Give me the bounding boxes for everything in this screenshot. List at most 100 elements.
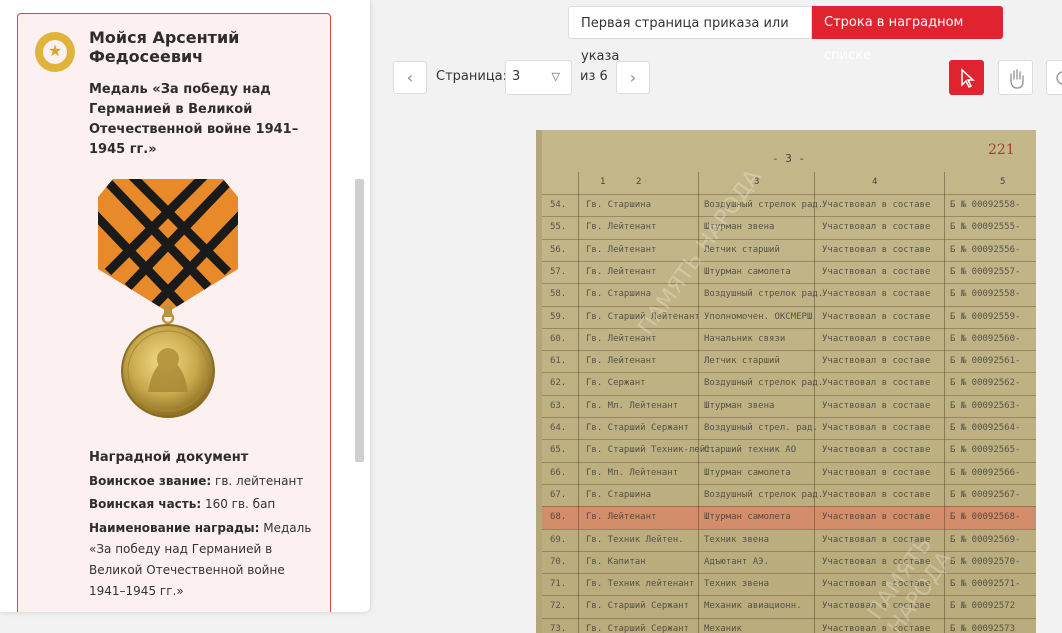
scan-page: - 3 - 221 12345 54. Гв. Старшина Воздушный… (542, 130, 1036, 633)
document-heading: Наградной документ (89, 450, 249, 465)
table-row: 62. Гв. Сержант Воздушный стрелок рад. Учас… (542, 372, 1036, 395)
table-cell: 56. (550, 244, 567, 255)
table-cell: Уполномочен. ОКСМЕРШ (704, 311, 813, 322)
award-name-label: Наименование награды: (89, 521, 260, 535)
table-cell: Участвовал в составе (822, 423, 931, 433)
table-cell: Б № 00092559- (950, 311, 1021, 322)
document-scan[interactable]: - 3 - 221 12345 54. Гв. Старшина Воздушный… (536, 130, 1036, 633)
table-cell: 54. (550, 200, 567, 210)
prev-page-button[interactable]: ‹ (393, 61, 427, 94)
table-cell: Б № 00092555- (950, 222, 1021, 233)
table-cell: Гв. Старшина (586, 289, 652, 300)
zoom-tool-button[interactable] (1046, 60, 1062, 95)
table-cell: Б № 00092571- (950, 579, 1021, 590)
table-cell: 72. (550, 601, 567, 612)
table-row: 56. Гв. Лейтенант Летчик старший Участвовал… (542, 238, 1036, 262)
table-cell: Участвовал в составе (822, 333, 931, 344)
table-cell: Гв. Старшина (586, 489, 652, 500)
table-row: 71. Гв. Техник лейтенант Техник звена Участ… (542, 573, 1036, 596)
table-cell: Гв. Мл. Лейтенант (586, 467, 679, 478)
panel-scrollbar[interactable] (355, 179, 364, 462)
table-cell: 67. (550, 489, 567, 500)
select-tool-button[interactable] (949, 60, 984, 95)
table-cell: Участвовал в составе (822, 623, 931, 633)
scan-divider (578, 172, 579, 633)
table-cell: 59. (550, 311, 567, 322)
cursor-icon (961, 68, 975, 89)
chevron-right-icon: › (629, 68, 637, 87)
table-cell: Гв. Техник лейтенант (586, 579, 695, 590)
rank-label: Воинское звание: (89, 474, 212, 488)
zoom-icon (1056, 71, 1062, 85)
table-cell: Б № 00092565- (950, 445, 1021, 456)
table-cell: Участвовал в составе (822, 445, 931, 456)
table-cell: Участвовал в составе (822, 311, 931, 322)
rank-value: гв. лейтенант (215, 474, 304, 488)
table-cell: Адъютант АЭ. (704, 556, 770, 567)
table-cell: Гв. Старшина (586, 200, 652, 210)
table-cell: Воздушный стрелок рад. (704, 378, 824, 389)
table-cell: Участвовал в составе (822, 467, 931, 478)
table-cell: Гв. Техник Лейтен. (586, 534, 684, 545)
chevron-down-icon: ▽ (551, 70, 560, 83)
table-cell: Участвовал в составе (822, 266, 931, 277)
table-cell: Гв. Старший Техник-лейт. (586, 445, 717, 456)
table-cell: Воздушный стрелок рад. (704, 289, 824, 300)
rank-field: Воинское звание: гв. лейтенант (89, 471, 317, 492)
page-total: из 6 (580, 69, 608, 84)
table-row: 73. Гв. Старший Сержант Механик Участвовал … (542, 617, 1036, 633)
chevron-left-icon: ‹ (406, 68, 414, 87)
page-select[interactable]: 3 ▽ (505, 60, 572, 95)
table-cell: 64. (550, 423, 567, 433)
table-cell: Воздушный стрелок рад. (704, 489, 824, 500)
table-row: 60. Гв. Лейтенант Начальник связи Участвова… (542, 327, 1036, 351)
table-cell: 58. (550, 289, 567, 300)
table-cell: 61. (550, 356, 567, 367)
hand-icon (1010, 69, 1024, 89)
table-cell: Гв. Мл. Лейтенант (586, 400, 679, 411)
table-cell: Воздушный стрел. рад. (704, 423, 818, 433)
table-cell: Гв. Капитан (586, 556, 646, 567)
pan-tool-button[interactable] (998, 60, 1033, 95)
table-cell: Б № 00092563- (950, 400, 1021, 411)
table-row: 61. Гв. Лейтенант Летчик старший Участвовал… (542, 350, 1036, 373)
next-page-button[interactable]: › (616, 61, 650, 94)
table-cell: Штурман самолета (704, 467, 791, 478)
table-row: 63. Гв. Мл. Лейтенант Штурман звена Участво… (542, 394, 1036, 418)
medal-image (98, 177, 238, 431)
table-cell: Б № 00092561- (950, 356, 1021, 367)
tab-award-row[interactable]: Строка в наградном списке (812, 6, 1003, 63)
table-cell: Б № 00092560- (950, 333, 1021, 344)
table-cell: Б № 00092570- (950, 556, 1021, 567)
table-cell: Б № 00092572 (950, 601, 1016, 612)
table-cell: Летчик старший (704, 356, 780, 367)
table-cell: Гв. Сержант (586, 378, 646, 389)
table-cell: Б № 00092564- (950, 423, 1021, 433)
table-row: 58. Гв. Старшина Воздушный стрелок рад. Уча… (542, 283, 1036, 306)
table-cell: Участвовал в составе (822, 489, 931, 500)
table-cell: Старший техник АО (704, 445, 797, 456)
scan-page-mark: - 3 - (772, 152, 806, 165)
tab-first-page[interactable]: Первая страница приказа или указа (568, 6, 812, 64)
table-cell: Гв. Лейтенант (586, 222, 657, 233)
table-cell: Б № 00092556- (950, 244, 1021, 255)
scan-column-header: 5 (1000, 177, 1006, 187)
table-row: 64. Гв. Старший Сержант Воздушный стрел. р… (542, 417, 1036, 440)
table-cell: 62. (550, 378, 567, 389)
table-cell: Б № 00092558- (950, 200, 1021, 210)
table-cell: Гв. Старший Сержант (586, 423, 689, 433)
scan-column-header: 1 (600, 177, 606, 187)
table-cell: Механик (704, 623, 742, 633)
table-cell: Участвовал в составе (822, 512, 931, 523)
table-cell: Гв. Лейтенант (586, 266, 657, 277)
table-cell: 71. (550, 579, 567, 590)
table-row: 54. Гв. Старшина Воздушный стрелок рад. Уча… (542, 194, 1036, 217)
source-tabs: Первая страница приказа или указа Строка… (568, 6, 1003, 64)
award-card[interactable]: Мойся Арсентий Федосеевич Медаль «За поб… (17, 13, 331, 612)
table-row: 59. Гв. Старший Лейтенант Уполномочен. ОКС… (542, 305, 1036, 329)
table-cell: Участвовал в составе (822, 200, 931, 210)
scan-column-header: 4 (872, 177, 878, 187)
table-cell: Штурман самолета (704, 512, 791, 523)
table-cell: Участвовал в составе (822, 378, 931, 389)
page-label: Страница: (436, 69, 508, 84)
